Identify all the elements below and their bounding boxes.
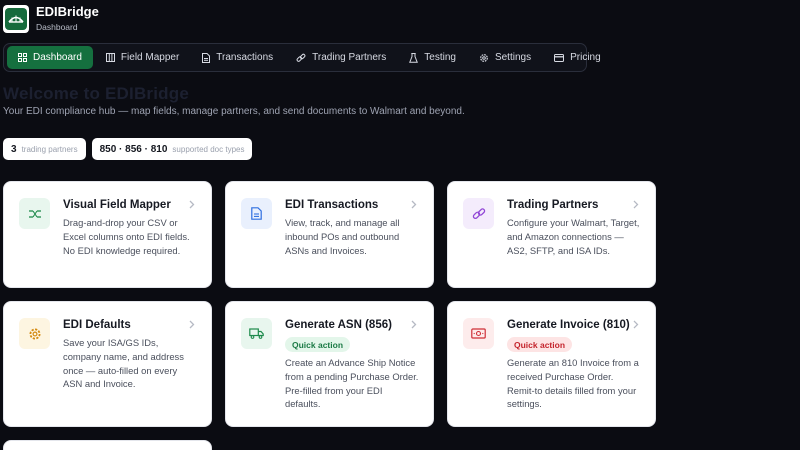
card-title: EDI Transactions (285, 199, 379, 211)
nav-label: Dashboard (33, 52, 82, 63)
nav-transactions[interactable]: Transactions (192, 46, 283, 69)
chevron-right-icon (633, 200, 639, 209)
truck-icon (241, 318, 272, 349)
nav-testing[interactable]: Testing (399, 46, 466, 69)
stat-label: trading partners (21, 144, 78, 154)
stat-doc-types: 850 · 856 · 810 supported doc types (91, 138, 253, 160)
nav-settings[interactable]: Settings (469, 46, 541, 69)
card-title: Generate Invoice (810) (507, 319, 630, 331)
nav-label: Trading Partners (312, 52, 387, 63)
nav-label: Field Mapper (120, 52, 180, 63)
card-description: Configure your Walmart, Target, and Amaz… (507, 217, 640, 256)
card-title: Generate ASN (856) (285, 319, 392, 331)
nav-dashboard[interactable]: Dashboard (7, 46, 93, 69)
bridge-icon (5, 7, 27, 30)
card-visual-field-mapper[interactable]: Visual Field Mapper Drag-and-drop your C… (3, 181, 212, 288)
app-header: EDIBridge Dashboard (3, 4, 99, 33)
chevron-right-icon (189, 320, 195, 329)
nav-trading-partners[interactable]: Trading Partners (286, 46, 396, 69)
quick-action-badge: Quick action (507, 337, 573, 352)
card-description: Drag-and-drop your CSV or Excel columns … (63, 217, 190, 256)
card-description: View, track, and manage all inbound POs … (285, 217, 400, 256)
stat-value: 850 · 856 · 810 (99, 143, 168, 155)
card-title: Visual Field Mapper (63, 199, 171, 211)
card-edi-defaults[interactable]: EDI Defaults Save your ISA/GS IDs, compa… (3, 301, 212, 427)
columns-icon (105, 53, 115, 62)
card-description: Create an Advance Ship Notice from a pen… (285, 357, 419, 410)
card-generate-asn[interactable]: Generate ASN (856) Quick action Create a… (225, 301, 434, 427)
card-description: Save your ISA/GS IDs, company name, and … (63, 337, 184, 390)
chevron-right-icon (633, 320, 639, 329)
nav-label: Transactions (216, 52, 274, 63)
card-description: Generate an 810 Invoice from a received … (507, 357, 639, 410)
nav-label: Settings (494, 52, 532, 63)
nav-pricing[interactable]: Pricing (544, 46, 611, 69)
cash-icon (463, 318, 494, 349)
card-title: EDI Defaults (63, 319, 131, 331)
page-title: Welcome to EDIBridge (3, 84, 189, 103)
card-partial[interactable] (3, 440, 212, 450)
app-subtitle: Dashboard (36, 22, 78, 32)
link-icon (296, 53, 306, 62)
app-name: EDIBridge (36, 4, 99, 19)
card-edi-transactions[interactable]: EDI Transactions View, track, and manage… (225, 181, 434, 288)
card-icon (554, 53, 565, 62)
quick-action-badge: Quick action (285, 337, 351, 352)
stat-trading-partners: 3 trading partners (3, 138, 86, 160)
stat-label: supported doc types (172, 144, 245, 154)
card-title: Trading Partners (507, 199, 599, 211)
document-icon (241, 198, 272, 229)
chevron-right-icon (189, 200, 195, 209)
grid-icon (18, 53, 27, 62)
chevron-right-icon (411, 200, 417, 209)
mapper-icon (19, 198, 50, 229)
main-nav: Dashboard Field Mapper Transactions Trad… (3, 43, 601, 72)
document-icon (202, 52, 211, 63)
nav-field-mapper[interactable]: Field Mapper (96, 46, 189, 69)
card-generate-invoice[interactable]: Generate Invoice (810) Quick action Gene… (447, 301, 656, 427)
gear-icon (19, 318, 50, 349)
link-icon (463, 198, 494, 229)
nav-label: Testing (424, 52, 456, 63)
gear-icon (480, 53, 488, 62)
page-description: Your EDI compliance hub — map fields, ma… (3, 106, 465, 117)
stats-row: 3 trading partners 850 · 856 · 810 suppo… (3, 138, 258, 160)
nav-label: Pricing (570, 52, 601, 63)
app-logo[interactable] (3, 4, 29, 33)
chevron-right-icon (411, 320, 417, 329)
stat-value: 3 (11, 143, 17, 155)
card-trading-partners[interactable]: Trading Partners Configure your Walmart,… (447, 181, 656, 288)
flask-icon (409, 52, 419, 63)
